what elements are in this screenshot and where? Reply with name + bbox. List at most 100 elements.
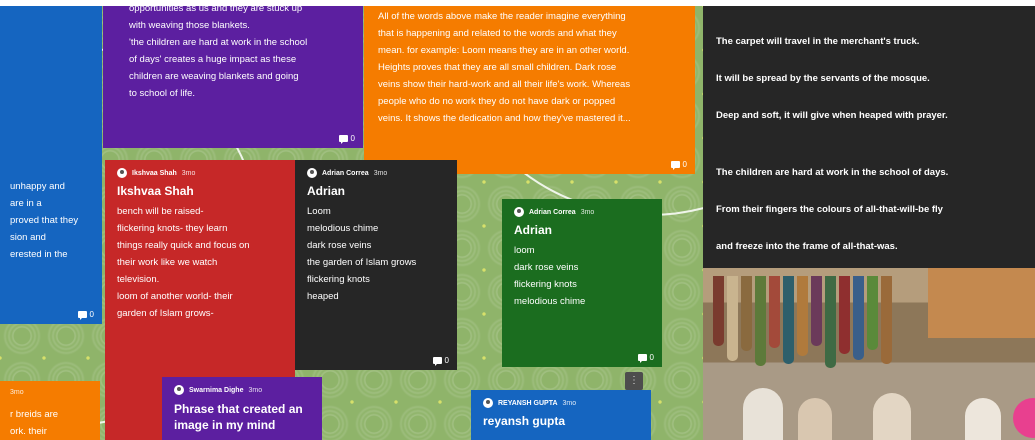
post-title: reyansh gupta (483, 414, 566, 428)
post-text-line: All of the words above make the reader i… (378, 11, 626, 22)
hanging-yarn (867, 276, 878, 350)
post-text-line: sion and (10, 232, 46, 243)
hanging-yarn (839, 276, 850, 354)
post-title: Adrian (307, 184, 346, 198)
post-text-line: the garden of Islam grows (307, 257, 417, 268)
post-text-line: Heights proves that they are all small c… (378, 62, 617, 73)
post-text-line: with weaving those blankets. (129, 20, 250, 31)
hanging-yarn (741, 276, 752, 351)
avatar-icon (174, 385, 184, 395)
post-text-line: things really quick and focus on (117, 240, 250, 251)
hanging-yarn (825, 276, 836, 368)
post-card-green[interactable]: Adrian Correa 3mo Adrian loom dark rose … (502, 199, 662, 367)
post-author: Ikshvaa Shah 3mo (117, 168, 295, 178)
post-title: Adrian (514, 223, 553, 237)
post-text-line: that is happening and related to the wor… (378, 28, 617, 39)
post-text-line: children are weaving blankets and going (129, 71, 299, 82)
comment-icon (637, 354, 647, 363)
post-title: Ikshvaa Shah (117, 184, 194, 198)
post-time: 3mo (10, 389, 24, 396)
poem-panel: The carpet will travel in the merchant's… (703, 6, 1035, 440)
hanging-yarn (755, 276, 766, 366)
comment-icon (670, 161, 680, 170)
comment-icon (77, 311, 87, 320)
post-text-line: veins show their hard-work and all their… (378, 79, 631, 90)
post-text-line: bench will be raised- (117, 206, 204, 217)
post-text-line: melodious chime (514, 296, 586, 307)
comment-count-value: 0 (444, 356, 449, 365)
post-text-line: ork. their (10, 426, 47, 437)
post-text-line: melodious chime (307, 223, 379, 234)
post-author: REYANSH GUPTA 3mo (483, 398, 651, 408)
comment-count[interactable]: 0 (338, 134, 355, 144)
carpet-weaving-photo (703, 268, 1035, 440)
post-text-line: loom (514, 245, 535, 256)
author-name: Swarnima Dighe (189, 386, 244, 394)
post-text-line: veins. It shows the dedication and how t… (378, 113, 631, 124)
author-name: Adrian Correa (529, 208, 576, 216)
post-text-line: their work like we watch (117, 257, 218, 268)
post-text-line: proved that they (10, 215, 79, 226)
post-text-line: to school of life. (129, 88, 196, 99)
post-text-line: dark rose veins (514, 262, 579, 273)
comment-count[interactable]: 0 (77, 310, 94, 320)
comment-count[interactable]: 0 (432, 356, 449, 366)
poem-line: and freeze into the frame of all-that-wa… (716, 241, 898, 252)
post-text-line: garden of Islam grows- (117, 308, 214, 319)
comment-count-value: 0 (350, 134, 355, 143)
poem-line: From their fingers the colours of all-th… (716, 204, 943, 215)
post-author: 3mo (10, 389, 100, 396)
post-text-line: Loom (307, 206, 331, 217)
more-vert-icon[interactable]: ⋮ (625, 372, 643, 390)
avatar-icon (514, 207, 524, 217)
comment-count[interactable]: 0 (670, 160, 687, 170)
hanging-yarn (881, 276, 892, 364)
poem-line: Deep and soft, it will give when heaped … (716, 110, 948, 121)
author-name: Adrian Correa (322, 169, 369, 177)
post-text-line: mean. for example: Loom means they are i… (378, 45, 630, 56)
hanging-yarn (811, 276, 822, 346)
post-author: Swarnima Dighe 3mo (174, 385, 322, 395)
post-card-orange-bottom[interactable]: 3mo r breids are ork. their (0, 381, 100, 440)
post-card-orange-top[interactable]: All of the words above make the reader i… (364, 6, 695, 174)
child-figure (965, 398, 1001, 440)
hanging-yarn (727, 276, 738, 361)
avatar-icon (307, 168, 317, 178)
hanging-yarn (797, 276, 808, 356)
post-card-purple-bottom[interactable]: Swarnima Dighe 3mo Phrase that created a… (162, 377, 322, 440)
author-name: Ikshvaa Shah (132, 169, 177, 177)
post-title-line: Phrase that created an (174, 402, 303, 416)
post-text-line: opportunities as us and they are stuck u… (129, 6, 303, 14)
post-text-line: of days' creates a huge impact as these (129, 54, 297, 65)
post-text-line: unhappy and (10, 181, 65, 192)
carpet-wall (928, 268, 1035, 338)
post-card-blue-left[interactable]: unhappy and are in a proved that they si… (0, 6, 102, 324)
post-time: 3mo (181, 169, 196, 177)
post-text-line: erested in the (10, 249, 68, 260)
post-time: 3mo (373, 169, 388, 177)
post-text-line: 'the children are hard at work in the sc… (129, 37, 308, 48)
child-figure (873, 393, 911, 440)
padlet-board: unhappy and are in a proved that they si… (0, 6, 703, 440)
post-text-line: television. (117, 274, 160, 285)
post-text-line: flickering knots- they learn (117, 223, 228, 234)
comment-count-value: 0 (89, 310, 94, 319)
hanging-yarn (783, 276, 794, 364)
post-card-dark[interactable]: Adrian Correa 3mo Adrian Loom melodious … (295, 160, 457, 370)
comment-icon (338, 135, 348, 144)
author-name: REYANSH GUPTA (498, 399, 558, 407)
poem-line: The children are hard at work in the sch… (716, 167, 949, 178)
post-author: Adrian Correa 3mo (514, 207, 662, 217)
post-text-line: people who do no work they do not have d… (378, 96, 616, 107)
post-text-line: dark rose veins (307, 240, 372, 251)
post-card-blue-bottom[interactable]: REYANSH GUPTA 3mo reyansh gupta (471, 390, 651, 440)
post-card-purple-top[interactable]: opportunities as us and they are stuck u… (103, 6, 363, 148)
post-text-line: heaped (307, 291, 339, 302)
post-text-line: flickering knots (514, 279, 577, 290)
post-time: 3mo (580, 208, 595, 216)
child-figure (798, 398, 832, 440)
poem-line: The carpet will travel in the merchant's… (716, 36, 920, 47)
comment-count[interactable]: 0 (637, 353, 654, 363)
post-time: 3mo (248, 386, 263, 394)
comment-icon (432, 357, 442, 366)
